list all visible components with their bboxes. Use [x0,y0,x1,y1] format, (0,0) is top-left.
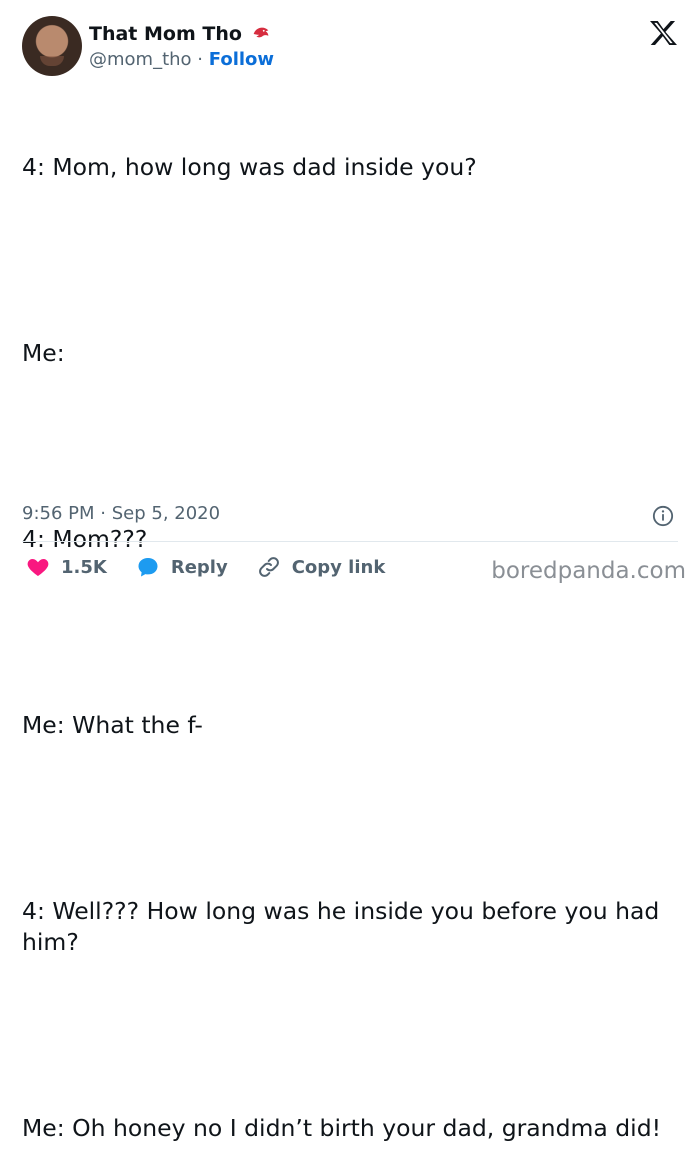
tweet-line: Me: Oh honey no I didn’t birth your dad,… [22,1114,662,1142]
reply-button[interactable]: Reply [135,555,228,579]
tweet-text: 4: Mom, how long was dad inside you? Me:… [22,90,672,1175]
watermark: boredpanda.com [491,558,686,584]
author-display-name[interactable]: That Mom Tho [89,22,242,46]
tweet-line [22,245,672,276]
author-name-row: That Mom Tho [89,22,272,46]
tweet-date: Sep 5, 2020 [111,503,221,524]
tweet-line: 4: Well??? How long was he inside you be… [22,897,667,956]
author-handle[interactable]: @mom_tho [89,49,192,70]
copy-link-label: Copy link [291,556,386,578]
follow-button[interactable]: Follow [209,49,274,70]
info-icon[interactable] [652,505,674,527]
x-logo-icon[interactable] [649,20,678,46]
link-icon [258,557,279,577]
tweet-line [22,1020,672,1051]
tweet-time: 9:56 PM [22,503,95,524]
like-button[interactable]: 1.5K [25,555,107,579]
reply-label: Reply [170,556,228,578]
red-bird-icon [253,27,269,38]
action-bar: 1.5K Reply Copy link [25,555,413,579]
tweet-line: 4: Mom??? [22,525,148,553]
heart-icon [27,559,49,576]
tweet-line: Me: [22,339,65,367]
speech-bubble-icon [138,558,158,577]
divider [22,541,678,542]
avatar[interactable] [22,16,82,76]
like-count: 1.5K [61,556,107,578]
tweet-line: 4: Mom, how long was dad inside you? [22,153,477,181]
tweet-line [22,431,672,462]
tweet-line [22,803,672,834]
tweet-line: Me: What the f- [22,711,203,739]
handle-separator: · [197,49,204,70]
copy-link-button[interactable]: Copy link [256,555,386,579]
tweet-timestamp[interactable]: 9:56 PM · Sep 5, 2020 [22,502,220,526]
tweet-line [22,617,672,648]
timestamp-separator: · [100,503,106,524]
author-handle-row: @mom_tho · Follow [89,48,274,72]
